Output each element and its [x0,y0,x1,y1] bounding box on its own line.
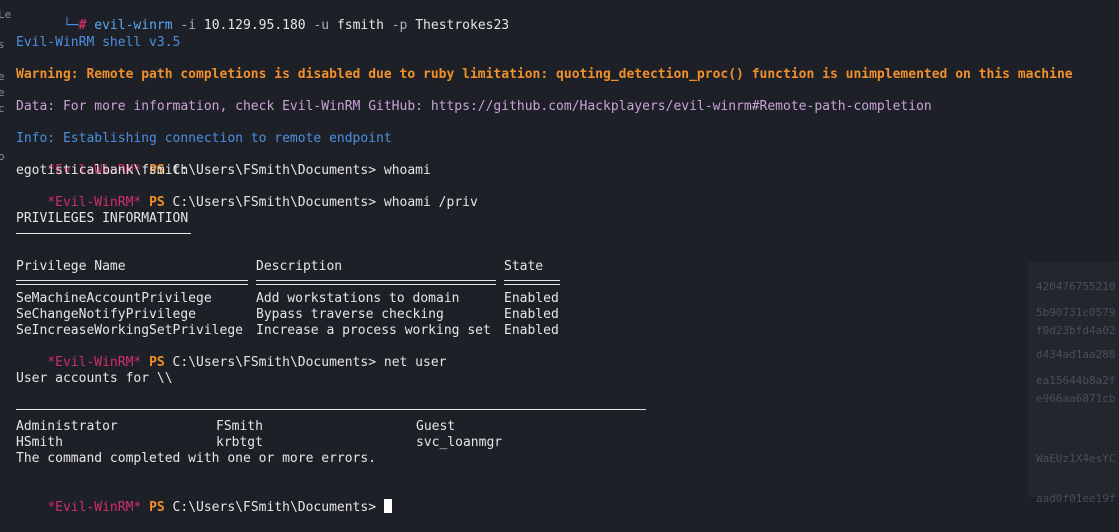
user-account: krbtgt [216,435,263,450]
prompt-corner: └─ [62,18,79,33]
table-cell: Increase a process working set [256,323,491,338]
terminal-window[interactable]: └─# evil-winrm -i 10.129.95.180 -u fsmit… [0,0,1119,515]
prompt-path: C:\Users\FSmith\Documents> [172,500,377,515]
arg-ip: 10.129.95.180 [203,18,306,33]
banner-data: Data: For more information, check Evil-W… [16,99,932,114]
text-cursor[interactable] [383,499,392,513]
command-text: whoami [383,163,431,178]
flag-password: -p [391,18,408,33]
table-cell: SeIncreaseWorkingSetPrivilege [16,323,243,338]
user-account: svc_loanmgr [416,435,503,450]
table-cell: Bypass traverse checking [256,307,444,322]
flag-user: -u [313,18,330,33]
table-header-privilege-name: Privilege Name [16,259,126,274]
root-hash: # [78,18,87,33]
table-rule-state [504,280,560,285]
command-text: whoami /priv [383,195,478,210]
table-rule-description [256,280,496,285]
prompt-tag: *Evil-WinRM* [47,195,142,210]
table-rule-privilege-name [16,280,248,285]
user-account: FSmith [216,419,263,434]
command-line: └─# evil-winrm -i 10.129.95.180 -u fsmit… [0,0,1119,33]
prompt-path: C:\Users\FSmith\Documents> [172,195,377,210]
prompt-tag: *Evil-WinRM* [47,500,142,515]
table-header-state: State [504,259,544,274]
privileges-header: PRIVILEGES INFORMATION [16,211,189,226]
whoami-output: egotisticalbank\fsmith [16,163,189,178]
table-cell: Enabled [504,307,559,322]
prompt-ps: PS [149,355,165,370]
user-accounts-header: User accounts for \\ [16,371,173,386]
privileges-header-rule [16,233,191,234]
table-cell: Add workstations to domain [256,291,460,306]
arg-user: fsmith [336,18,384,33]
table-cell: Enabled [504,291,559,306]
command-name: evil-winrm [94,18,173,33]
table-cell: SeChangeNotifyPrivilege [16,307,197,322]
command-text: net user [383,355,447,370]
table-cell: Enabled [504,323,559,338]
table-cell: SeMachineAccountPrivilege [16,291,212,306]
prompt-tag: *Evil-WinRM* [47,355,142,370]
banner-info: Info: Establishing connection to remote … [16,131,392,146]
prompt-line-2: *Evil-WinRM* PS C:\Users\FSmith\Document… [16,179,477,210]
user-accounts-rule [16,409,646,410]
prompt-path: C:\Users\FSmith\Documents> [172,163,377,178]
user-account: HSmith [16,435,63,450]
banner-warning: Warning: Remote path completions is disa… [16,67,1073,82]
prompt-ps: PS [149,195,165,210]
arg-password: Thestrokes23 [415,18,510,33]
user-account: Guest [416,419,456,434]
prompt-path: C:\Users\FSmith\Documents> [172,355,377,370]
flag-ip: -i [180,18,197,33]
user-account: Administrator [16,419,118,434]
table-header-description: Description [256,259,343,274]
prompt-ps: PS [149,500,165,515]
prompt-line-3: *Evil-WinRM* PS C:\Users\FSmith\Document… [16,339,446,370]
net-user-result: The command completed with one or more e… [16,451,377,466]
prompt-line-1: *Evil-WinRM* PS C:\Users\FSmith\Document… [16,147,431,178]
